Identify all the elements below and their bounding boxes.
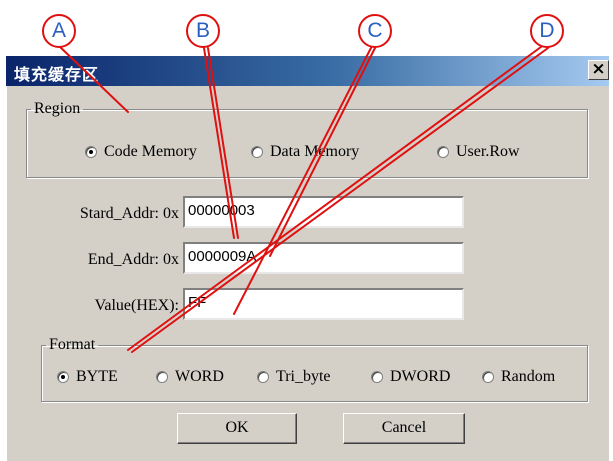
radio-data-memory[interactable]: Data Memory xyxy=(251,143,359,161)
callout-d: D xyxy=(530,14,564,48)
radio-button-icon[interactable] xyxy=(437,146,449,158)
region-legend: Region xyxy=(34,100,81,117)
fill-buffer-dialog: Region Code Memory Data Memory User.Row … xyxy=(6,86,609,461)
radio-label: Random xyxy=(501,368,556,385)
close-icon[interactable]: × xyxy=(591,59,605,79)
radio-button-icon[interactable] xyxy=(371,371,383,383)
cancel-button[interactable]: Cancel xyxy=(343,413,465,444)
radio-button-icon[interactable] xyxy=(57,371,69,383)
radio-label: WORD xyxy=(175,368,224,385)
format-legend: Format xyxy=(49,336,96,353)
radio-button-icon[interactable] xyxy=(257,371,269,383)
radio-byte[interactable]: BYTE xyxy=(57,368,118,386)
radio-label: BYTE xyxy=(76,368,118,385)
radio-tri-byte[interactable]: Tri_byte xyxy=(257,368,331,386)
radio-button-icon[interactable] xyxy=(482,371,494,383)
value-hex-input[interactable]: FF xyxy=(183,288,464,320)
radio-label: DWORD xyxy=(390,368,451,385)
value-hex-label: Value(HEX): xyxy=(94,297,179,314)
radio-random[interactable]: Random xyxy=(482,368,555,386)
radio-label: Data Memory xyxy=(270,143,360,160)
close-button[interactable]: × xyxy=(588,60,609,80)
ok-button[interactable]: OK xyxy=(177,413,297,444)
title-bar: 填充缓存区 × xyxy=(6,56,609,86)
radio-code-memory[interactable]: Code Memory xyxy=(85,143,197,161)
radio-label: User.Row xyxy=(456,143,520,160)
end-addr-input[interactable]: 0000009A xyxy=(183,242,464,274)
callout-a: A xyxy=(42,14,76,48)
radio-label: Code Memory xyxy=(104,143,197,160)
radio-label: Tri_byte xyxy=(276,368,331,385)
end-addr-label: End_Addr: 0x xyxy=(87,251,179,268)
callout-c: C xyxy=(358,14,392,48)
radio-button-icon[interactable] xyxy=(251,146,263,158)
radio-button-icon[interactable] xyxy=(85,146,97,158)
radio-word[interactable]: WORD xyxy=(156,368,224,386)
radio-dword[interactable]: DWORD xyxy=(371,368,450,386)
window-title: 填充缓存区 xyxy=(14,65,100,84)
region-group: Region xyxy=(26,100,588,178)
radio-button-icon[interactable] xyxy=(156,371,168,383)
radio-user-row[interactable]: User.Row xyxy=(437,143,520,161)
start-addr-label: Stard_Addr: 0x xyxy=(79,205,179,222)
callout-b: B xyxy=(186,14,220,48)
start-addr-input[interactable]: 00000003 xyxy=(183,196,464,228)
